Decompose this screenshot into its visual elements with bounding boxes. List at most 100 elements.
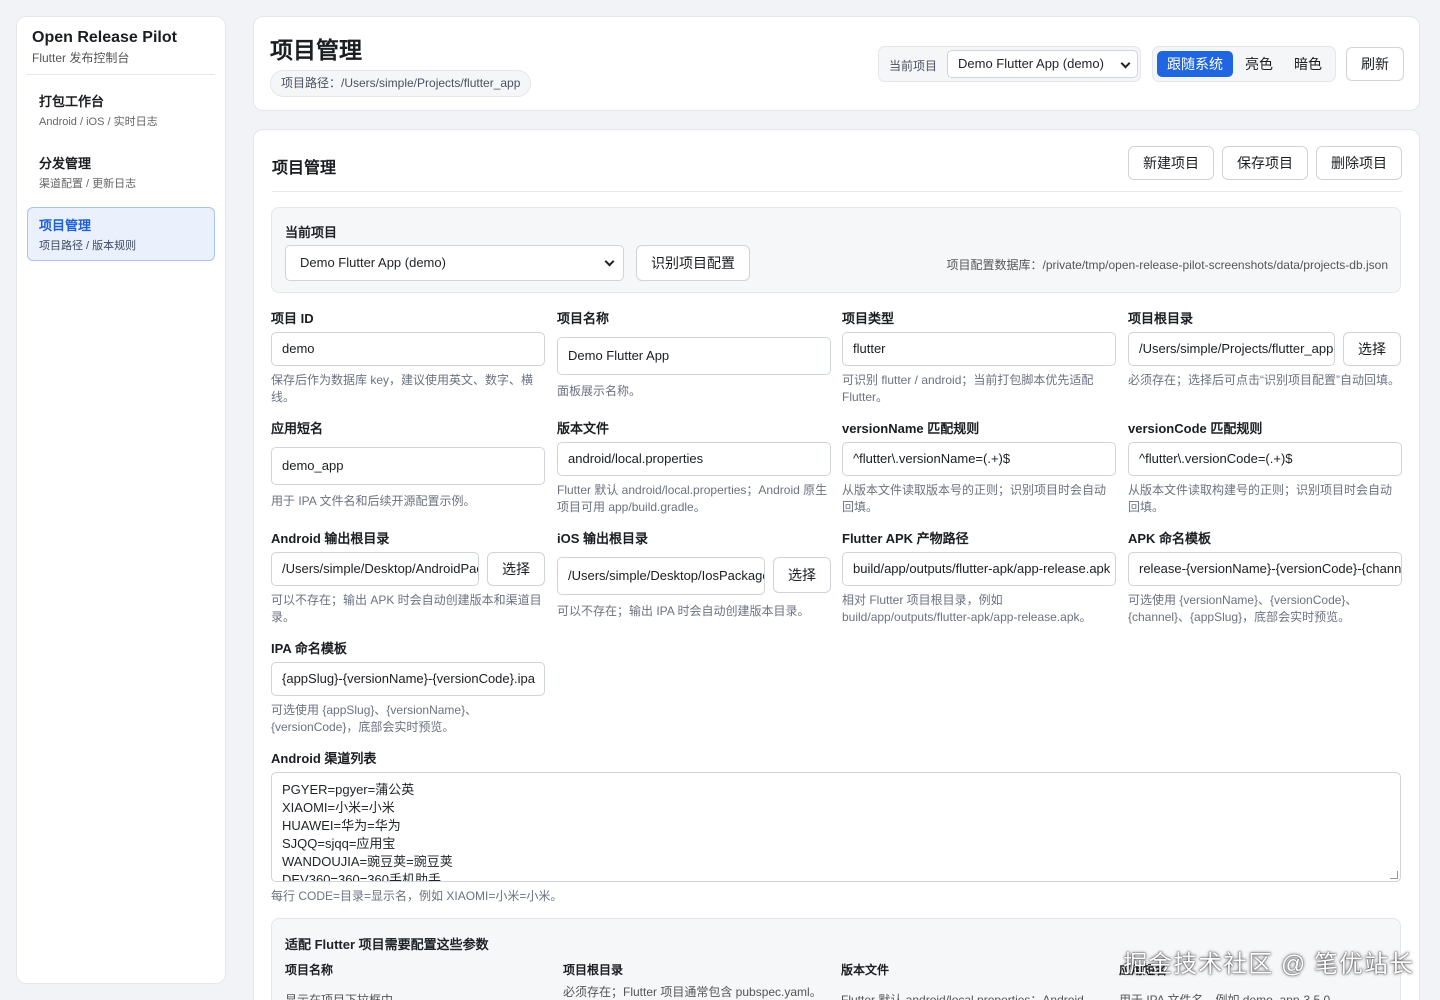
field-hint: 面板展示名称。 bbox=[557, 384, 642, 398]
sidebar-item-label: 项目管理 bbox=[39, 218, 92, 233]
version-name-rule-input[interactable]: ^flutter\.versionName=(.+)$ bbox=[842, 442, 1116, 476]
adapt-guide-heading: 版本文件 bbox=[841, 963, 890, 977]
app-slug-field: 应用短名 bbox=[271, 418, 545, 436]
choose-project-root-button[interactable]: 选择 bbox=[1343, 332, 1401, 366]
sidebar-item-build[interactable]: 打包工作台 Android / iOS / 实时日志 bbox=[27, 83, 215, 137]
field-label: 项目名称 bbox=[557, 311, 610, 326]
adapt-guide-item: 项目根目录 必须存在；Flutter 项目通常包含 pubspec.yaml。 bbox=[563, 961, 833, 1000]
project-select-value: Demo Flutter App (demo) bbox=[958, 56, 1104, 71]
chevron-down-icon bbox=[1120, 58, 1131, 69]
adapt-guide-desc: Flutter 默认 android/local.properties；Andr… bbox=[841, 993, 1084, 1000]
version-file-field: 版本文件 bbox=[557, 418, 831, 436]
field-label: Android 输出根目录 bbox=[271, 531, 390, 546]
field-hint: 相对 Flutter 项目根目录，例如 build/app/outputs/fl… bbox=[842, 593, 1092, 624]
sidebar-item-label: 分发管理 bbox=[39, 156, 92, 171]
field-label: 项目 ID bbox=[271, 311, 314, 326]
adapt-guide-desc: 用于 IPA 文件名，例如 demo_app-3.5.0- bbox=[1119, 993, 1335, 1000]
choose-ios-output-button[interactable]: 选择 bbox=[773, 557, 831, 593]
field-hint: 从版本文件读取构建号的正则；识别项目时会自动回填。 bbox=[1128, 483, 1393, 514]
version-code-rule-field: versionCode 匹配规则 bbox=[1128, 418, 1402, 436]
sidebar-item-sub: 渠道配置 / 更新日志 bbox=[39, 178, 137, 190]
field-hint: 可以不存在；输出 APK 时会自动创建版本和渠道目录。 bbox=[271, 593, 542, 624]
field-label: versionCode 匹配规则 bbox=[1128, 421, 1263, 436]
field-label: 版本文件 bbox=[557, 421, 610, 436]
project-select[interactable]: Demo Flutter App (demo) bbox=[947, 50, 1138, 78]
theme-system-button[interactable]: 跟随系统 bbox=[1157, 51, 1233, 77]
field-hint: 可以不存在；输出 IPA 时会自动创建版本目录。 bbox=[557, 604, 810, 618]
channels-textarea[interactable]: PGYER=pgyer=蒲公英 XIAOMI=小米=小米 HUAWEI=华为=华… bbox=[271, 772, 1401, 882]
field-label: 应用短名 bbox=[271, 421, 324, 436]
brand-subtitle: Flutter 发布控制台 bbox=[27, 47, 215, 75]
version-code-rule-input[interactable]: ^flutter\.versionCode=(.+)$ bbox=[1128, 442, 1402, 476]
watermark: 掘金技术社区 @ 笔优站长 bbox=[1123, 951, 1414, 978]
channels-field: Android 渠道列表 bbox=[271, 748, 671, 766]
db-path-text: 项目配置数据库：/private/tmp/open-release-pilot-… bbox=[946, 258, 1388, 272]
current-project-box: 当前项目 Demo Flutter App (demo) 识别项目配置 项目配置… bbox=[271, 207, 1401, 293]
field-label: APK 命名模板 bbox=[1128, 531, 1212, 546]
field-hint: 必须存在；选择后可点击“识别项目配置”自动回填。 bbox=[1128, 373, 1400, 387]
ipa-template-field: IPA 命名模板 bbox=[271, 638, 545, 656]
sidebar-item-label: 打包工作台 bbox=[39, 94, 105, 109]
sidebar-item-projects[interactable]: 项目管理 项目路径 / 版本规则 bbox=[27, 207, 215, 261]
app-slug-input[interactable]: demo_app bbox=[271, 447, 545, 485]
project-type-input[interactable]: flutter bbox=[842, 332, 1116, 366]
save-project-button[interactable]: 保存项目 bbox=[1222, 146, 1308, 180]
delete-project-button[interactable]: 删除项目 bbox=[1316, 146, 1402, 180]
project-name-field: 项目名称 bbox=[557, 308, 831, 326]
divider bbox=[272, 191, 1402, 192]
theme-toggle-group: 跟随系统 亮色 暗色 bbox=[1152, 46, 1336, 82]
field-label: 项目类型 bbox=[842, 311, 895, 326]
channel-line: WANDOUJIA=豌豆荚=豌豆荚 bbox=[282, 854, 453, 869]
detect-project-config-button[interactable]: 识别项目配置 bbox=[636, 245, 750, 281]
theme-light-button[interactable]: 亮色 bbox=[1235, 51, 1283, 77]
project-name-input[interactable]: Demo Flutter App bbox=[557, 337, 831, 375]
ios-output-input[interactable]: /Users/simple/Desktop/IosPackages bbox=[557, 557, 765, 595]
apk-path-input[interactable]: build/app/outputs/flutter-apk/app-releas… bbox=[842, 552, 1116, 586]
field-hint: 可选使用 {versionName}、{versionCode}、{channe… bbox=[1128, 593, 1358, 624]
adapt-guide-item: 项目名称 显示在项目下拉框中。 bbox=[285, 961, 555, 1000]
adapt-guide-item: 版本文件 Flutter 默认 android/local.properties… bbox=[841, 961, 1111, 1000]
field-hint: 用于 IPA 文件名和后续开源配置示例。 bbox=[271, 494, 476, 508]
sidebar-item-sub: 项目路径 / 版本规则 bbox=[39, 240, 137, 252]
adapt-guide-title: 适配 Flutter 项目需要配置这些参数 bbox=[285, 937, 489, 952]
field-label: 项目根目录 bbox=[1128, 311, 1194, 326]
project-root-field: 项目根目录 bbox=[1128, 308, 1402, 326]
apk-template-input[interactable]: release-{versionName}-{versionCode}-{cha… bbox=[1128, 552, 1402, 586]
channel-line: XIAOMI=小米=小米 bbox=[282, 800, 395, 815]
field-hint: 保存后作为数据库 key，建议使用英文、数字、横线。 bbox=[271, 373, 534, 404]
resize-handle-icon[interactable] bbox=[1390, 871, 1398, 879]
project-root-input[interactable]: /Users/simple/Projects/flutter_app bbox=[1128, 332, 1335, 366]
android-output-field: Android 输出根目录 bbox=[271, 528, 545, 546]
channel-line: HUAWEI=华为=华为 bbox=[282, 818, 401, 833]
android-output-input[interactable]: /Users/simple/Desktop/AndroidPackages bbox=[271, 552, 479, 586]
section-title: 项目管理 bbox=[272, 160, 337, 177]
sidebar-item-distribution[interactable]: 分发管理 渠道配置 / 更新日志 bbox=[27, 145, 215, 199]
field-hint: Flutter 默认 android/local.properties；Andr… bbox=[557, 483, 828, 514]
field-label: IPA 命名模板 bbox=[271, 641, 347, 656]
project-id-input[interactable]: demo bbox=[271, 332, 545, 366]
current-project-select[interactable]: Demo Flutter App (demo) bbox=[285, 245, 624, 281]
channel-line: DEV360=360=360手机助手 bbox=[282, 872, 441, 882]
field-hint: 可选使用 {appSlug}、{versionName}、{versionCod… bbox=[271, 703, 478, 734]
version-name-rule-field: versionName 匹配规则 bbox=[842, 418, 1116, 436]
refresh-button[interactable]: 刷新 bbox=[1346, 47, 1404, 81]
field-label: versionName 匹配规则 bbox=[842, 421, 980, 436]
field-hint: 可识别 flutter / android；当前打包脚本优先适配 Flutter… bbox=[842, 373, 1094, 404]
theme-dark-button[interactable]: 暗色 bbox=[1284, 51, 1332, 77]
brand-title: Open Release Pilot bbox=[32, 29, 177, 46]
adapt-guide-desc: 显示在项目下拉框中。 bbox=[285, 993, 406, 1000]
current-project-label: 当前项目 bbox=[285, 225, 338, 240]
chevron-down-icon bbox=[604, 256, 615, 267]
field-label: Android 渠道列表 bbox=[271, 751, 377, 766]
choose-android-output-button[interactable]: 选择 bbox=[487, 552, 545, 586]
project-path-chip: 项目路径：/Users/simple/Projects/flutter_app bbox=[270, 70, 532, 97]
version-file-input[interactable]: android/local.properties bbox=[557, 442, 831, 476]
project-management-panel: 项目管理 新建项目 保存项目 删除项目 当前项目 Demo Flutter Ap… bbox=[253, 129, 1420, 1000]
new-project-button[interactable]: 新建项目 bbox=[1128, 146, 1214, 180]
header: 项目管理 项目路径：/Users/simple/Projects/flutter… bbox=[253, 16, 1420, 111]
ipa-template-input[interactable]: {appSlug}-{versionName}-{versionCode}.ip… bbox=[271, 662, 545, 696]
project-switcher: 当前项目 Demo Flutter App (demo) bbox=[878, 46, 1141, 82]
apk-template-field: APK 命名模板 bbox=[1128, 528, 1402, 546]
page-title: 项目管理 bbox=[270, 37, 362, 63]
ios-output-field: iOS 输出根目录 bbox=[557, 528, 831, 546]
